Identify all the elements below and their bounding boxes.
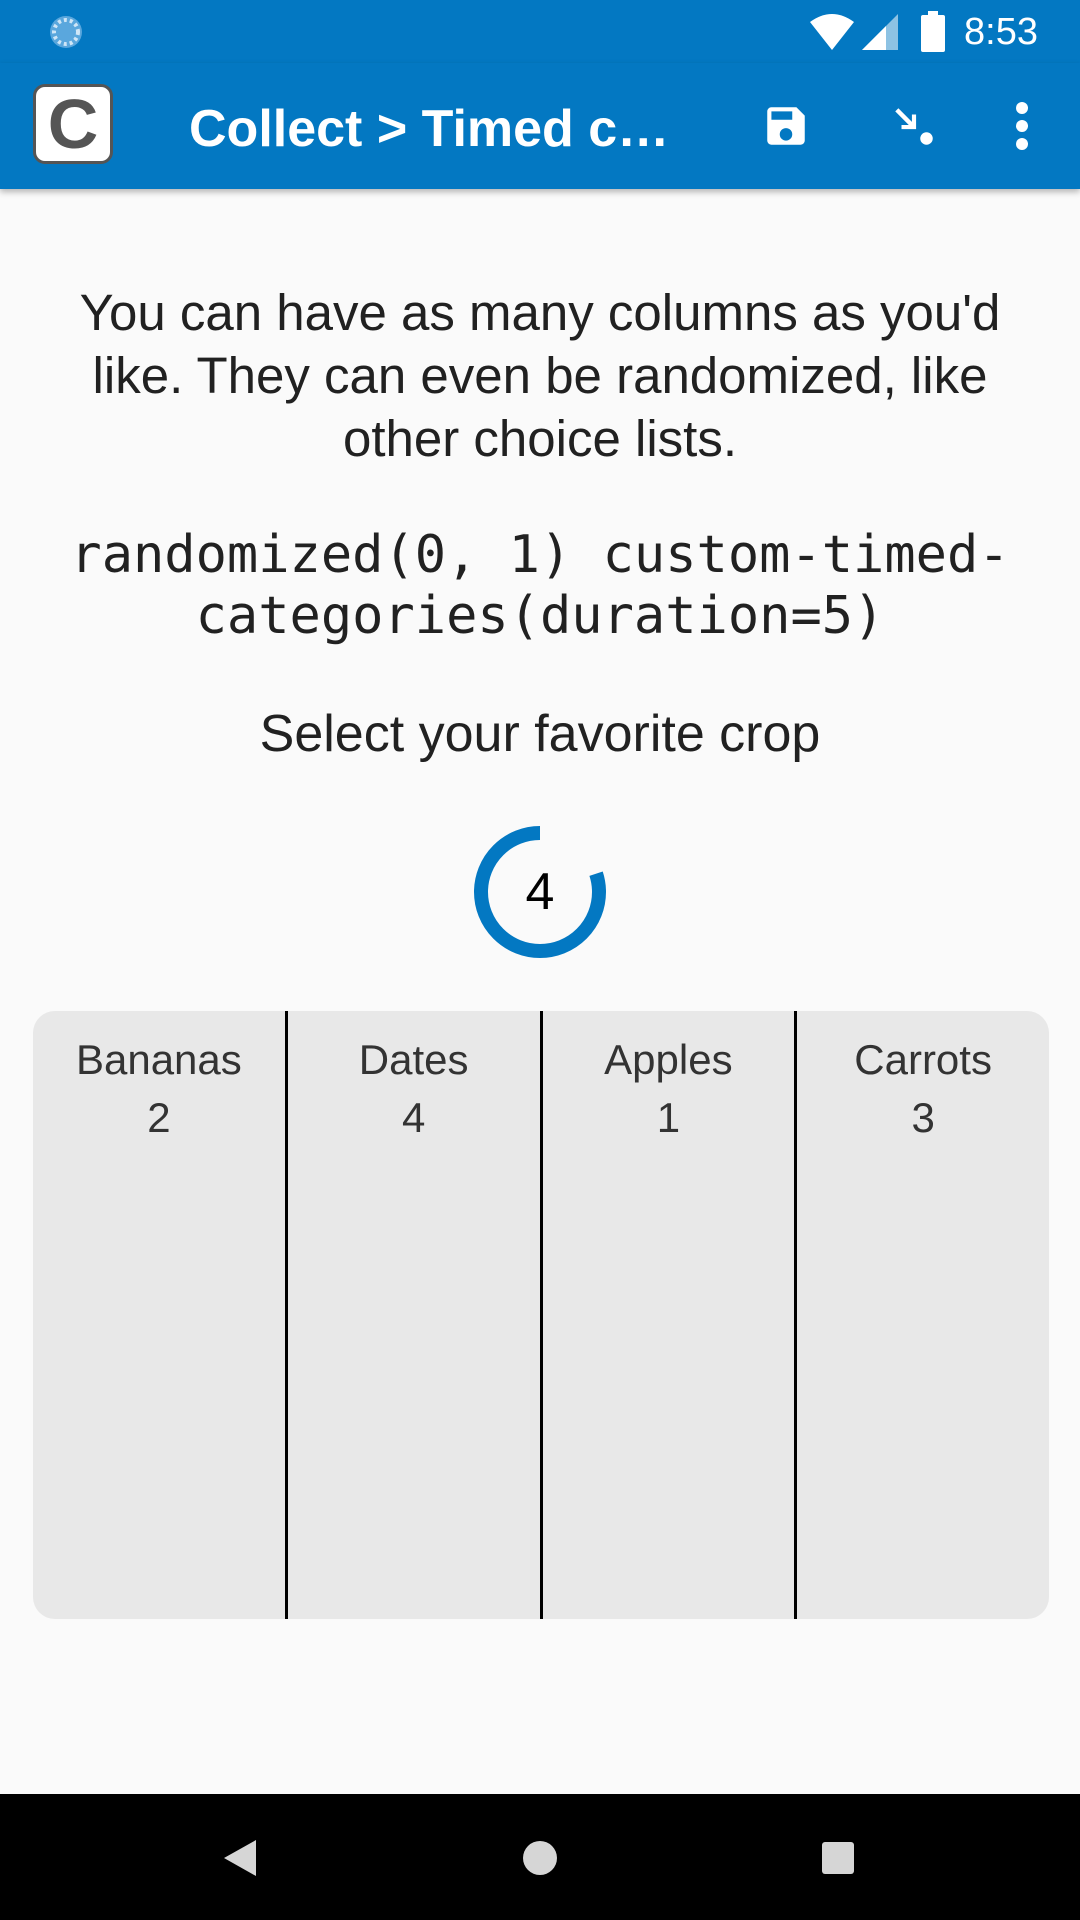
home-icon	[523, 1841, 557, 1875]
category-label: Dates	[358, 1036, 469, 1083]
category-count: 3	[911, 1094, 935, 1141]
recents-button[interactable]	[798, 1818, 878, 1898]
page-title: Collect > Timed categories	[189, 100, 689, 158]
jump-button[interactable]	[881, 93, 947, 159]
category-label: Bananas	[75, 1036, 242, 1083]
jump-icon	[895, 108, 933, 145]
status-time: 8:53	[964, 10, 1038, 53]
timer-value: 4	[525, 863, 555, 921]
category-count: 1	[656, 1094, 681, 1141]
battery-icon	[921, 11, 946, 52]
app-bar: C Collect > Timed categories	[0, 63, 1080, 189]
recents-icon	[822, 1842, 854, 1874]
category-columns: Bananas 2 Dates 4 Apples 1 Carrots 3	[33, 1011, 1049, 1619]
countdown-timer: 4	[472, 824, 608, 960]
status-bar: 8:53	[0, 0, 1080, 63]
category-count: 2	[147, 1094, 171, 1141]
category-count: 4	[401, 1094, 426, 1141]
back-icon	[224, 1840, 256, 1876]
back-button[interactable]	[200, 1818, 280, 1898]
question-label: Select your favorite crop	[259, 705, 821, 763]
app-logo: C	[33, 84, 113, 164]
status-icons: 8:53	[808, 8, 1038, 56]
question-hint: You can have as many columns as you'd li…	[79, 284, 1001, 467]
category-column[interactable]: Apples 1	[539, 1011, 795, 1619]
cell-signal-icon	[862, 14, 899, 50]
home-button[interactable]	[500, 1818, 580, 1898]
category-column[interactable]: Carrots 3	[794, 1011, 1049, 1619]
category-label: Carrots	[854, 1036, 992, 1083]
category-column[interactable]: Bananas 2	[33, 1011, 285, 1619]
overflow-menu-icon	[1016, 102, 1028, 150]
sync-spinner-icon	[50, 16, 82, 48]
category-label: Apples	[604, 1036, 733, 1083]
wifi-icon	[810, 14, 855, 50]
question-appearance: randomized(0, 1) custom-timed-categories…	[70, 525, 1010, 646]
overflow-menu-button[interactable]	[989, 93, 1055, 159]
save-icon	[767, 107, 805, 145]
save-button[interactable]	[753, 93, 819, 159]
category-column[interactable]: Dates 4	[284, 1011, 540, 1619]
navigation-bar	[0, 1794, 1080, 1920]
